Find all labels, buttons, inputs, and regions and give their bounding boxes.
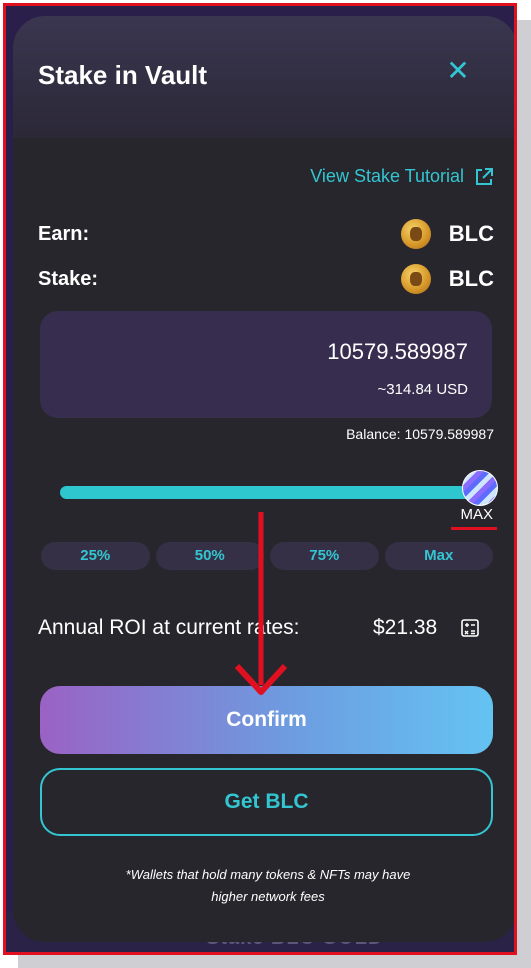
slider-max-label: MAX: [460, 506, 493, 523]
percent-50-button[interactable]: 50%: [155, 542, 264, 570]
blc-coin-icon: [400, 219, 431, 249]
close-button[interactable]: ✕: [443, 56, 473, 86]
roi-value: $21.38: [373, 616, 438, 639]
tutorial-link-label: View Stake Tutorial: [310, 166, 464, 186]
get-blc-button[interactable]: Get BLC: [40, 768, 493, 836]
roi-label: Annual ROI at current rates:: [38, 616, 300, 639]
close-icon: ✕: [446, 55, 470, 86]
network-fee-footnote: *Wallets that hold many tokens & NFTs ma…: [73, 864, 463, 908]
balance-text: Balance: 10579.589987: [346, 426, 494, 442]
amount-slider-track[interactable]: [60, 486, 485, 499]
earn-label: Earn:: [38, 223, 90, 245]
earn-token-name: BLC: [448, 221, 494, 246]
footnote-line-1: *Wallets that hold many tokens & NFTs ma…: [125, 867, 411, 882]
calculator-icon[interactable]: [460, 618, 480, 638]
percent-75-button[interactable]: 75%: [270, 542, 379, 570]
stake-label: Stake:: [38, 268, 99, 290]
amount-value: 10579.589987: [327, 339, 468, 364]
slider-handle[interactable]: [462, 470, 498, 506]
stake-modal: Stake in Vault ✕ View Stake Tutorial Ear…: [13, 16, 514, 942]
blc-coin-icon: [400, 264, 431, 294]
percent-buttons: 25% 50% 75% Max: [41, 542, 493, 570]
external-link-icon: [476, 167, 493, 185]
stake-token-name: BLC: [448, 266, 494, 291]
footnote-line-2: higher network fees: [211, 889, 325, 904]
earn-token: BLC: [400, 219, 494, 249]
view-stake-tutorial-link[interactable]: View Stake Tutorial: [310, 166, 494, 187]
screenshot-frame: Stake BLC GOLD Stake in Vault ✕ View Sta…: [3, 3, 517, 955]
annotation-underline: [451, 527, 497, 530]
stake-amount-input[interactable]: 10579.589987 ~314.84 USD: [40, 311, 492, 418]
modal-title: Stake in Vault: [38, 60, 208, 90]
usd-equivalent: ~314.84 USD: [377, 381, 468, 398]
confirm-button[interactable]: Confirm: [40, 686, 493, 754]
max-button[interactable]: Max: [384, 542, 493, 570]
stake-token: BLC: [400, 264, 494, 294]
percent-25-button[interactable]: 25%: [41, 542, 150, 570]
modal-header: Stake in Vault ✕: [13, 16, 514, 138]
